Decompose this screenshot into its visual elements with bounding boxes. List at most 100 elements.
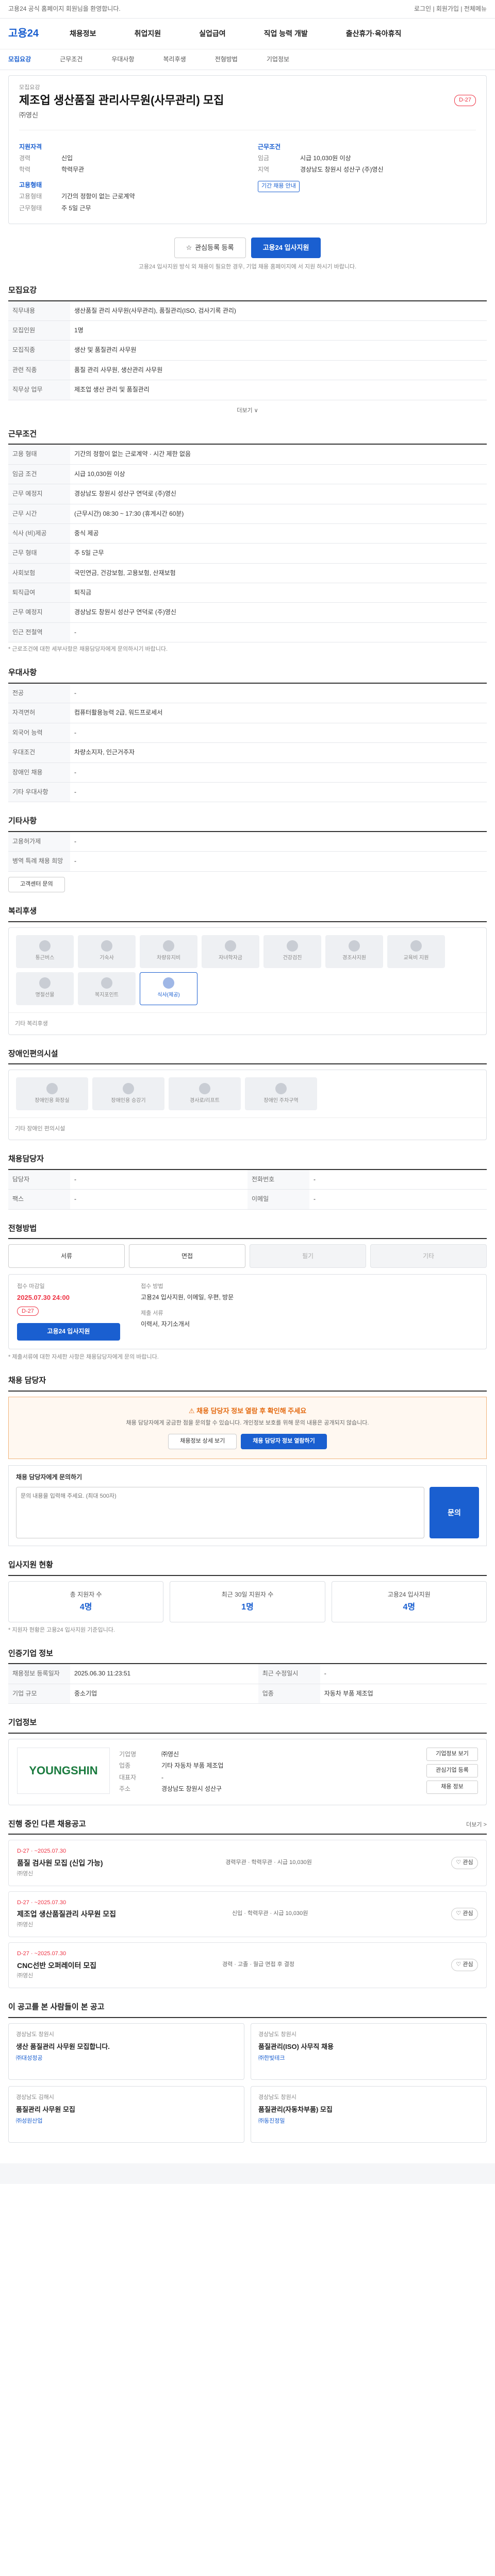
company-jobs-button[interactable]: 채용 정보 <box>426 1781 478 1794</box>
conditions-table: 고용 형태 기간의 정함이 없는 근로계약 · 시간 제한 없음 임금 조건 시급 … <box>8 445 487 643</box>
recommend-card[interactable]: 경상남도 김해시 품질관리 사무원 모집 ㈜성원산업 <box>8 2086 244 2143</box>
section-title: 근무조건 <box>8 429 487 445</box>
kv-value: 시급 10,030원 이상 <box>300 155 351 162</box>
job-conditions: 경력무관 · 학력무관 · 시급 10,030원 <box>225 1859 312 1866</box>
top-links[interactable]: 로그인 | 회원가입 | 전체메뉴 <box>414 5 487 13</box>
job-item-title[interactable]: 제조업 생산품질관리 사무원 모집 <box>17 1909 116 1919</box>
job-company: ㈜영신 <box>17 1921 34 1928</box>
apply-notice: 고용24 입사지원 방식 외 채용이 필요한 경우, 기업 채용 홈페이지에 서… <box>138 264 357 270</box>
kv-key: 경력 <box>19 155 31 162</box>
scrap-button[interactable]: ☆ 관심등록 등록 <box>174 238 246 259</box>
recommend-title[interactable]: 품질관리 사무원 모집 <box>16 2105 237 2115</box>
contact-center-button[interactable]: 고객센터 문의 <box>8 876 65 892</box>
fav-label: 관심 <box>463 1859 473 1866</box>
job-item[interactable]: D-27 · ~2025.07.30 제조업 생산품질관리 사무원 모집 ㈜영신 신… <box>8 1891 487 1937</box>
fav-button[interactable]: ♡ 관심 <box>451 1959 478 1972</box>
row-key: 임금 조건 <box>8 464 70 485</box>
job-item[interactable]: D-27 · ~2025.07.30 CNC선반 오퍼레이터 모집 ㈜영신 경력 ·… <box>8 1942 487 1988</box>
more-button[interactable]: 더보기 ∨ <box>237 408 258 414</box>
method-text: 고용24 입사지원, 이메일, 우편, 방문 <box>141 1294 234 1301</box>
recommend-company: ㈜동진정밀 <box>258 2118 285 2125</box>
recruit-table: 직무내용 생산품질 관리 사무원(사무관리), 품질관리(ISO, 검사기록 관리… <box>8 301 487 400</box>
row-value: 1명 <box>70 320 487 341</box>
row-value: 퇴직금 <box>70 583 487 603</box>
gnb-item-training[interactable]: 직업 능력 개발 <box>264 28 308 39</box>
action-buttons: ☆ 관심등록 등록 고용24 입사지원 <box>8 238 487 259</box>
status-value: 1명 <box>241 1602 254 1612</box>
recommend-card[interactable]: 경상남도 창원시 생산 품질관리 사무원 모집합니다. ㈜대성정공 <box>8 2023 244 2080</box>
job-item[interactable]: D-27 · ~2025.07.30 품질 검사원 모집 (신입 가능) ㈜영신 경… <box>8 1840 487 1886</box>
row-key: 모집직종 <box>8 340 70 361</box>
fav-company-button[interactable]: 관심기업 등록 <box>426 1764 478 1778</box>
alert-icon: ⚠ <box>188 1406 197 1415</box>
tab-process[interactable]: 전형방법 <box>215 55 238 64</box>
status-label: 총 지원자 수 <box>70 1590 102 1598</box>
alert-text: 채용 담당자 정보 열람 후 확인해 주세요 <box>196 1406 307 1415</box>
recommend-title[interactable]: 품질관리(ISO) 사무직 채용 <box>258 2042 479 2052</box>
recommend-card[interactable]: 경상남도 창원시품질관리(자동차부품) 모집 ㈜동진정밀 <box>251 2086 487 2143</box>
welfare-item-selected: 식사(제공) <box>140 972 197 1005</box>
job-item-title[interactable]: CNC선반 오퍼레이터 모집 <box>17 1960 96 1971</box>
row-key: 기타 우대사항 <box>8 782 70 803</box>
row-value: 컴퓨터활용능력 2급, 워드프로세서 <box>70 703 487 723</box>
section-tabs: 모집요강 근무조건 우대사항 복리후생 전형방법 기업정보 <box>0 49 495 70</box>
company-name[interactable]: ㈜영신 <box>19 111 476 121</box>
recommend-company: ㈜성원산업 <box>16 2118 43 2125</box>
recommend-region: 경상남도 창원시 <box>258 2094 296 2100</box>
inquiry-textarea[interactable] <box>16 1487 424 1539</box>
recruit-section: 모집요강 직무내용 생산품질 관리 사무원(사무관리), 품질관리(ISO, 검사… <box>8 285 487 415</box>
tab-conditions[interactable]: 근무조건 <box>60 55 82 64</box>
disabled-grid: 장애인용 화장실 장애인용 승강기 경사로/리프트 장애인 주차구역 <box>9 1070 486 1117</box>
recommend-card[interactable]: 경상남도 창원시 품질관리(ISO) 사무직 채용 ㈜한빛테크 <box>251 2023 487 2080</box>
welfare-label: 통근버스 <box>35 955 55 961</box>
row-value: - <box>70 1170 248 1190</box>
summary-label: 모집요강 <box>19 84 40 91</box>
gnb-item-jobs[interactable]: 채용정보 <box>70 28 96 39</box>
method-list: 서류 면접 필기 기타 <box>8 1244 487 1268</box>
ramp-icon <box>199 1083 210 1094</box>
tab-prefer[interactable]: 우대사항 <box>111 55 134 64</box>
tab-company[interactable]: 기업정보 <box>267 55 289 64</box>
row-key: 장애인 채용 <box>8 762 70 783</box>
book-icon <box>410 940 422 952</box>
recommend-grid: 경상남도 창원시 생산 품질관리 사무원 모집합니다. ㈜대성정공 경상남도 창원시… <box>8 2023 487 2143</box>
row-value: - <box>70 723 487 743</box>
status-grid: 총 지원자 수 4명 최근 30일 지원자 수 1명 고용24 입사지원 4명 <box>8 1581 487 1622</box>
recommend-section: 이 공고를 본 사람들이 본 공고 경상남도 창원시 생산 품질관리 사무원 모집… <box>8 2002 487 2143</box>
apply-button[interactable]: 고용24 입사지원 <box>251 238 321 259</box>
send-inquiry-button[interactable]: 문의 <box>430 1487 479 1539</box>
recommend-title[interactable]: 품질관리(자동차부품) 모집 <box>258 2105 479 2115</box>
job-company: ㈜영신 <box>17 1972 34 1979</box>
facility-label: 경사로/리프트 <box>190 1098 220 1104</box>
view-contact-button[interactable]: 채용 담당자 정보 열람하기 <box>241 1433 327 1449</box>
row-key: 직무내용 <box>8 301 70 321</box>
fav-button[interactable]: ♡ 관심 <box>451 1908 478 1921</box>
fav-button[interactable]: ♡ 관심 <box>451 1856 478 1869</box>
kv-value: 경상남도 창원시 성산구 (주)영신 <box>300 166 384 174</box>
tab-recruit[interactable]: 모집요강 <box>8 55 31 64</box>
disabled-section: 장애인편의시설 장애인용 화장실 장애인용 승강기 경사로/리프트 장애인 주차… <box>8 1048 487 1141</box>
gnb-item-leave[interactable]: 출산휴가·육아휴직 <box>346 28 402 39</box>
section-title: 기업정보 <box>8 1717 487 1734</box>
welfare-section: 복리후생 통근버스 기숙사 차량유지비 자녀학자금 건강검진 경조사지원 교육비… <box>8 906 487 1035</box>
company-section: 기업정보 YOUNGSHIN 기업명 ㈜영신 업종 기타 자동차 부품 제조업 대표… <box>8 1717 487 1805</box>
more-link[interactable]: 더보기 > <box>466 1821 487 1829</box>
row-key: 관련 직종 <box>8 360 70 381</box>
conditions-note: * 근로조건에 대한 세부사항은 채용담당자에게 문의하시기 바랍니다. <box>8 646 168 653</box>
period-badge: 기간 채용 안내 <box>258 180 300 192</box>
tab-welfare[interactable]: 복리후생 <box>163 55 186 64</box>
site-logo[interactable]: 고용24 <box>8 26 39 41</box>
welfare-item: 경조사지원 <box>325 935 383 968</box>
dday-badge: D-27 <box>454 94 476 106</box>
facility-label: 장애인용 승강기 <box>111 1098 146 1104</box>
company-info-button[interactable]: 기업정보 보기 <box>426 1748 478 1761</box>
job-detail-button[interactable]: 채용정보 상세 보기 <box>168 1433 237 1449</box>
apply-button-2[interactable]: 고용24 입사지원 <box>17 1323 120 1341</box>
section-title: 우대사항 <box>8 667 487 684</box>
recommend-title[interactable]: 생산 품질관리 사무원 모집합니다. <box>16 2042 237 2052</box>
inquiry-form: 채용 담당자에게 문의하기 문의 <box>8 1465 487 1547</box>
job-item-title[interactable]: 품질 검사원 모집 (신입 가능) <box>17 1858 103 1868</box>
gnb-item-benefit[interactable]: 실업급여 <box>199 28 226 39</box>
row-key: 담당자 <box>8 1170 70 1190</box>
gnb-item-support[interactable]: 취업지원 <box>135 28 161 39</box>
